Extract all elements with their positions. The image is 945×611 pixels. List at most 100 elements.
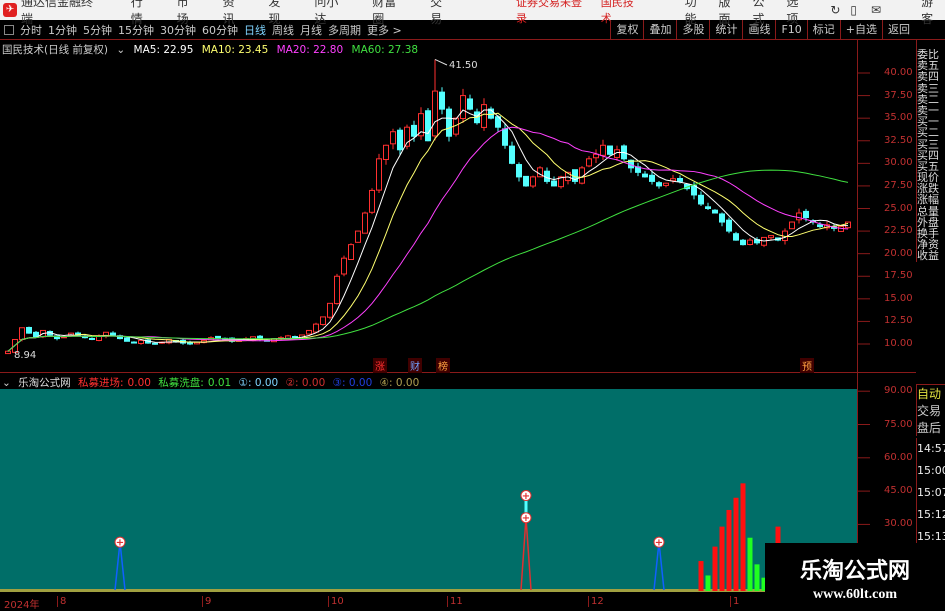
indicator-value: ④: 0.00 [379,377,420,389]
signal-marker[interactable]: 财 [408,358,422,373]
quote-label: 买三 [917,138,939,150]
indicator-value: ③: 0.00 [332,377,373,389]
candle [656,180,662,189]
toolbar-action-button[interactable]: F10 [775,20,806,39]
indicator-value: ①: 0.00 [238,377,279,389]
candle [285,334,291,340]
candle [838,225,844,232]
candle [166,338,172,345]
candle [845,221,851,229]
indicator-panel[interactable] [0,389,857,591]
candle [201,339,207,344]
quote-label: 外盘 [917,216,939,228]
signal-marker[interactable]: 预 [800,358,814,373]
tick-time: 14:57 [917,442,945,455]
quote-panel: 委比 卖五 卖四 卖三 卖二 卖一 买一 买二 买三 买四 买五 现价 涨跌 涨幅 总量 外盘 换手 净资 收益 [916,40,945,262]
price-axis-label: 40.00 [884,67,913,78]
candle [299,334,305,340]
candle [810,219,816,225]
candle [383,144,389,165]
app-logo-icon: ✈ [3,3,17,17]
chart-info: 国民技术(日线 前复权) ⌄ MA5: 22.95 MA10: 23.45 MA… [2,42,423,57]
price-axis-label: 25.00 [884,202,913,214]
period-tab[interactable]: 更多 > [367,22,402,38]
plus-circle-icon [653,536,665,548]
candle [369,188,375,215]
period-tab[interactable]: 60分钟 [202,22,238,38]
candle [453,117,459,137]
divider [0,372,916,373]
period-tab[interactable]: 周线 [272,22,294,38]
candle [341,255,347,277]
watermark-name: 乐淘公式网 [799,558,910,584]
candle [152,342,158,345]
candle [418,107,424,140]
candle [103,331,109,339]
price-axis-label: 35.00 [884,112,913,124]
signal-marker[interactable]: 涨 [373,358,387,373]
dropdown-icon[interactable]: ⌄ [2,377,11,389]
price-axis-label: 12.50 [884,315,913,327]
candle [47,330,53,336]
price-chart[interactable]: 41.508.94++++ [0,0,945,609]
sidebar-toggle-icon[interactable] [4,24,14,35]
candle [761,236,767,248]
mail-icon[interactable]: ✉ [871,3,881,17]
toolbar-action-button[interactable]: 标记 [806,20,840,39]
period-tab[interactable]: 1分钟 [48,22,77,38]
toolbar-action-button[interactable]: 统计 [709,20,742,39]
toolbar-action-button[interactable]: 画线 [742,20,775,39]
candle [54,335,60,341]
auto-label[interactable]: 自动 [917,385,945,402]
toolbar-action-button[interactable]: 叠加 [643,20,676,39]
indicator-bar [726,509,732,591]
indicator-name[interactable]: 乐淘公式网 [18,377,71,389]
indicator-value: ②: 0.00 [285,377,326,389]
candle [33,331,39,338]
price-axis-label: 22.50 [884,225,913,237]
toolbar-action-button[interactable]: +自选 [839,20,882,39]
period-tab[interactable]: 30分钟 [160,22,196,38]
divider [857,40,858,609]
period-tab[interactable]: 月线 [300,22,322,38]
period-tab[interactable]: 多周期 [328,22,361,38]
phone-icon[interactable]: ▯ [850,3,857,17]
candle [481,98,487,131]
quote-label: 总量 [917,205,939,217]
period-tab[interactable]: 日线 [244,22,266,38]
stock-title: 国民技术(日线 前复权) [2,44,109,56]
quote-label: 卖四 [917,71,939,83]
candle [523,175,529,187]
toolbar-action-button[interactable]: 多股 [676,20,709,39]
candle [796,208,802,224]
indicator-label: 私募洗盘: [158,377,204,389]
ma20-line [7,126,849,352]
indicator-bar [719,526,725,591]
candle [222,337,228,340]
plus-circle-icon [520,490,532,502]
period-tab[interactable]: 15分钟 [118,22,154,38]
quote-label: 委比 [917,49,939,61]
toolbar-action-button[interactable]: 复权 [610,20,643,39]
candle [544,167,550,184]
signal-marker[interactable]: 榜 [436,358,450,373]
period-tab[interactable]: 分时 [20,22,42,38]
date-label: 11 [447,596,463,607]
candle [75,331,81,336]
candle [782,228,788,245]
candle [96,334,102,342]
candle [208,336,214,341]
candle [250,336,256,342]
trade-panel: 自动 交易 盘后 [916,384,945,436]
period-tab[interactable]: 5分钟 [83,22,112,38]
refresh-icon[interactable]: ↻ [830,3,840,17]
candle [5,350,11,355]
quote-label: 买一 [917,116,939,128]
indicator-value: 0.01 [207,377,232,389]
indicator-bar [712,546,718,591]
candle [61,336,67,339]
plus-circle-icon [114,536,126,548]
toolbar-action-button[interactable]: 返回 [882,20,915,39]
candle [474,108,480,125]
dropdown-icon[interactable]: ⌄ [116,44,125,56]
